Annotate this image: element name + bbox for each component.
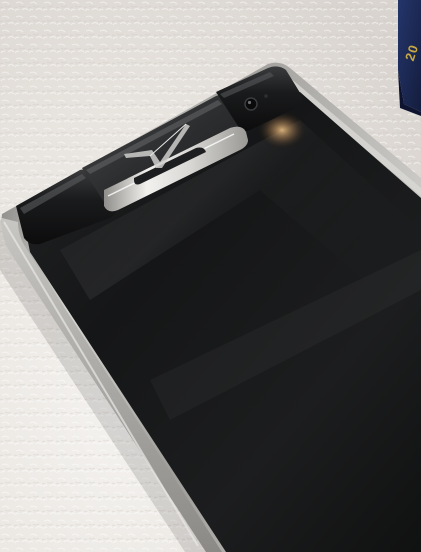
phone-photo xyxy=(0,0,421,552)
proximity-sensor-icon xyxy=(264,94,268,98)
photo-scene: 20 xyxy=(0,0,421,552)
front-camera-icon xyxy=(244,97,258,111)
